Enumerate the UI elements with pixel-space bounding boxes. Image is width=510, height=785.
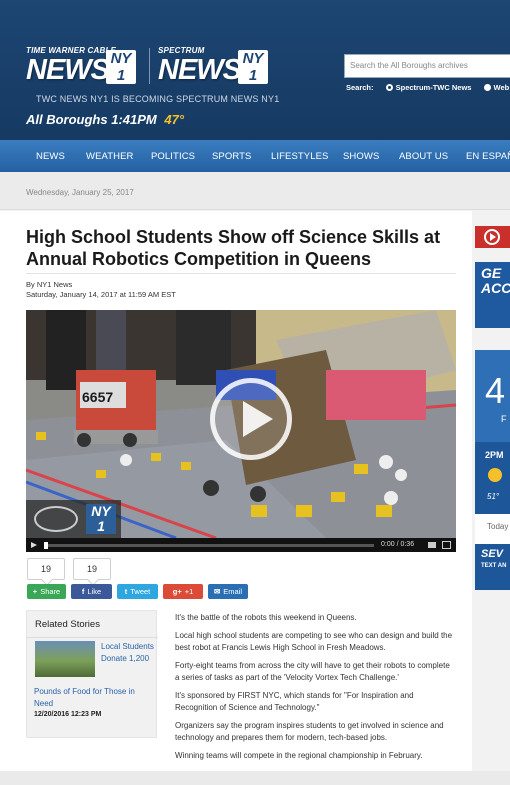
search-options: Search: Spectrum-TWC News Web <box>346 83 509 92</box>
nav-politics[interactable]: POLITICS <box>151 151 195 162</box>
rebrand-notice: TWC NEWS NY1 IS BECOMING SPECTRUM NEWS N… <box>36 94 280 104</box>
video-frame: 6657 NY 1 <box>26 310 456 538</box>
article-title: High School Students Show off Science Sk… <box>26 227 441 269</box>
rail-video-button[interactable] <box>475 226 510 248</box>
ny1-watermark: NY 1 <box>26 500 121 538</box>
video-player[interactable]: 6657 NY 1 0:00 / 0:36 <box>26 310 456 552</box>
current-temp: 47° <box>164 112 185 127</box>
play-circle-icon <box>484 229 500 245</box>
related-divider <box>27 637 158 638</box>
facebook-like-button[interactable]: f Like <box>71 584 112 599</box>
byline-author: By NY1 News <box>26 280 73 289</box>
play-button-icon[interactable] <box>210 378 292 460</box>
byline-date: Saturday, January 14, 2017 at 11:59 AM E… <box>26 290 176 299</box>
nav-news[interactable]: NEWS <box>36 151 65 162</box>
twc-eye-logo-icon <box>34 506 78 532</box>
email-icon: ✉ <box>213 587 221 596</box>
nav-shows[interactable]: SHOWS <box>343 151 379 162</box>
sev-text: SEV <box>481 548 504 560</box>
partly-sunny-icon <box>488 468 502 482</box>
share-button[interactable]: + Share <box>27 584 66 599</box>
tweet-button[interactable]: t Tweet <box>117 584 158 599</box>
share-count: 19 <box>27 558 65 580</box>
email-label: Email <box>223 587 243 596</box>
article-paragraph: It's sponsored by FIRST NYC, which stand… <box>175 691 414 712</box>
hourly-time: 2PM <box>485 450 504 460</box>
rail-ad[interactable]: GE ACC <box>475 262 510 328</box>
seek-knob[interactable] <box>44 542 48 549</box>
email-button[interactable]: ✉ Email <box>208 584 248 599</box>
logo-divider <box>149 48 150 84</box>
google-plus-button[interactable]: g+ +1 <box>163 584 203 599</box>
weather-widget[interactable]: 4 F 2PM 51° Today SEV TEXT AN <box>475 350 510 590</box>
logo-news-text: NEWS <box>158 54 242 86</box>
twc-news-ny1-logo[interactable]: TIME WARNER CABLE NEWS NY 1 <box>26 46 144 86</box>
article-paragraph: Winning teams will compete in the region… <box>175 751 423 760</box>
ny1-badge: NY 1 <box>106 50 136 84</box>
borough-time-weather[interactable]: All Boroughs 1:41PM 47° <box>26 112 184 127</box>
robot-number: 6657 <box>82 389 113 405</box>
share-label: Share <box>40 587 61 596</box>
fullscreen-icon[interactable] <box>442 541 451 549</box>
severe-alerts-promo[interactable]: SEV TEXT AN <box>475 544 510 590</box>
sev-sub-text: TEXT AN <box>481 563 507 569</box>
nav-sports[interactable]: SPORTS <box>212 151 252 162</box>
volume-icon[interactable] <box>428 542 436 548</box>
ny1-watermark-badge: NY 1 <box>86 504 116 534</box>
logo-news-text: NEWS <box>26 54 110 86</box>
ny1-badge-1: 1 <box>116 67 126 84</box>
spectrum-news-ny1-logo[interactable]: SPECTRUM NEWS NY 1 <box>158 46 276 86</box>
plus-one-label: +1 <box>184 587 194 596</box>
ny1-badge: NY 1 <box>238 50 268 84</box>
like-label: Like <box>87 587 102 596</box>
date-bar: Wednesday, January 25, 2017 <box>0 172 510 210</box>
search-label: Search: <box>346 83 374 92</box>
hourly-temp: 51° <box>487 492 500 501</box>
footer-edge <box>0 771 510 785</box>
related-story-link-cont[interactable]: Pounds of Food for Those in Need <box>34 686 152 710</box>
main-nav: NEWS WEATHER POLITICS SPORTS LIFESTYLES … <box>0 140 510 172</box>
nav-lifestyles[interactable]: LIFESTYLES <box>271 151 329 162</box>
article-paragraph: Organizers say the program inspires stud… <box>175 721 444 742</box>
article-paragraph: It's the battle of the robots this weeke… <box>175 613 357 622</box>
radio-web-label: Web <box>493 83 510 92</box>
seek-bar[interactable] <box>44 542 374 549</box>
article-paragraph: Forty-eight teams from across the city w… <box>175 661 450 682</box>
radio-web[interactable] <box>483 84 491 91</box>
google-plus-icon: g+ <box>172 587 182 596</box>
site-header: TIME WARNER CABLE NEWS NY 1 SPECTRUM NEW… <box>0 0 510 140</box>
nav-weather[interactable]: WEATHER <box>86 151 134 162</box>
ny1-badge-ny: NY <box>110 50 132 67</box>
like-count: 19 <box>73 558 111 580</box>
ny1-badge-1: 1 <box>248 67 258 84</box>
weather-unit: F <box>501 414 507 424</box>
borough-name: All Boroughs <box>26 112 108 127</box>
tweet-label: Tweet <box>130 587 151 596</box>
related-story-date: 12/20/2016 12:23 PM <box>34 711 102 718</box>
twitter-icon: t <box>124 587 128 596</box>
share-icon: + <box>32 587 38 596</box>
facebook-icon: f <box>81 587 85 596</box>
video-controls: 0:00 / 0:36 <box>26 538 456 552</box>
title-divider <box>26 273 456 274</box>
search-input[interactable]: Search the All Boroughs archives <box>344 54 510 78</box>
current-time: 1:41PM <box>111 112 157 127</box>
current-date: Wednesday, January 25, 2017 <box>26 188 134 197</box>
related-thumbnail[interactable] <box>35 641 95 677</box>
article-byline: By NY1 News Saturday, January 14, 2017 a… <box>26 280 176 300</box>
play-icon[interactable] <box>31 542 37 548</box>
weather-today-tab[interactable]: Today <box>475 514 510 544</box>
ny1-badge-ny: NY <box>242 50 264 67</box>
radio-spectrum-twc-label: Spectrum-TWC News <box>395 83 472 92</box>
related-stories: Related Stories Local Students Donate 1,… <box>26 610 158 738</box>
nav-about-us[interactable]: ABOUT US <box>399 151 448 162</box>
video-time: 0:00 / 0:36 <box>381 541 415 548</box>
radio-spectrum-twc[interactable] <box>385 84 393 91</box>
weather-current-temp: 4 <box>485 370 506 411</box>
article-body: It's the battle of the robots this weeke… <box>175 612 455 768</box>
related-heading: Related Stories <box>35 619 100 630</box>
nav-en-espanol[interactable]: EN ESPAÑOL <box>466 151 510 162</box>
article-paragraph: Local high school students are competing… <box>175 631 453 652</box>
related-story-link[interactable]: Local Students Donate 1,200 <box>101 641 155 665</box>
